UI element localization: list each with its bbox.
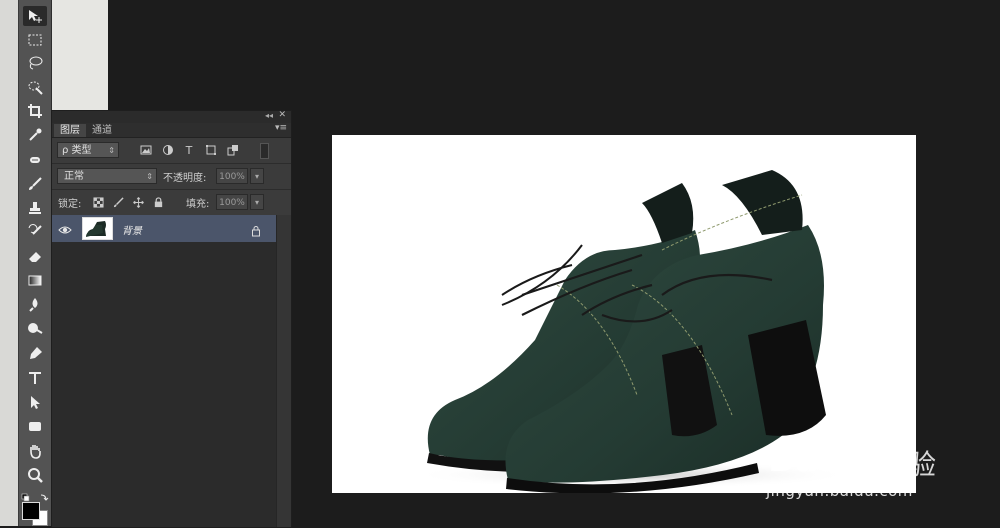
- opacity-input[interactable]: 100%: [216, 168, 248, 184]
- close-icon[interactable]: ✕: [278, 110, 286, 120]
- pen-icon: [30, 347, 42, 359]
- hand-icon: [30, 445, 41, 459]
- type-tool[interactable]: [23, 368, 47, 388]
- filter-type-label: ρ 类型: [62, 145, 92, 156]
- watermark-brand-2: du: [831, 440, 883, 480]
- chevron-updown-icon: ⇕: [108, 146, 115, 155]
- healing-tool[interactable]: [23, 150, 47, 170]
- eraser-icon: [29, 252, 41, 262]
- lock-pixels-icon[interactable]: [112, 196, 124, 208]
- quick-select-tool[interactable]: [23, 77, 47, 97]
- crop-icon: [28, 104, 42, 118]
- layer-row-background[interactable]: 背景: [52, 215, 276, 243]
- lasso-tool[interactable]: [23, 53, 47, 73]
- tab-channels[interactable]: 通道: [86, 124, 118, 137]
- lock-label: 锁定:: [58, 199, 82, 210]
- dodge-tool[interactable]: [23, 318, 47, 338]
- panel-menu-icon[interactable]: ▾≡: [275, 123, 287, 133]
- watermark-url: jingyan.baidu.com: [766, 482, 913, 500]
- blur-tool[interactable]: [23, 294, 47, 314]
- brush-tool[interactable]: [23, 174, 47, 194]
- fill-dropdown[interactable]: ▾: [250, 194, 264, 210]
- lock-fill-row: 锁定: 填充: 100% ▾: [52, 190, 291, 216]
- chevron-updown-icon: ⇕: [146, 172, 153, 181]
- move-icon: [29, 10, 42, 23]
- shape-tool[interactable]: [23, 416, 47, 436]
- pen-tool[interactable]: [23, 344, 47, 364]
- layer-thumbnail: [82, 217, 113, 240]
- layer-name[interactable]: 背景: [122, 222, 142, 237]
- move-tool[interactable]: [23, 6, 47, 26]
- gradient-tool[interactable]: [23, 270, 47, 290]
- blend-mode-select[interactable]: 正常 ⇕: [57, 168, 157, 184]
- healing-icon: [30, 157, 40, 163]
- layer-filter-row: ρ 类型 ⇕ T: [52, 138, 291, 164]
- fill-input[interactable]: 100%: [216, 194, 248, 210]
- foreground-color-swatch[interactable]: [22, 502, 40, 520]
- crop-tool[interactable]: [23, 101, 47, 121]
- filter-type-select[interactable]: ρ 类型 ⇕: [57, 142, 119, 158]
- eraser-tool[interactable]: [23, 246, 47, 266]
- path-select-icon: [31, 396, 40, 409]
- dodge-icon: [28, 323, 43, 334]
- lock-transparency-icon[interactable]: [92, 196, 104, 208]
- smart-object-filter-icon[interactable]: [227, 144, 239, 156]
- marquee-tool[interactable]: [23, 30, 47, 50]
- clone-stamp-tool[interactable]: [23, 198, 47, 218]
- lock-position-icon[interactable]: [132, 196, 144, 208]
- panel-title-bar[interactable]: ◂◂ ✕: [52, 110, 291, 123]
- pixel-filter-icon[interactable]: [140, 144, 152, 156]
- color-swap-controls[interactable]: [19, 488, 51, 502]
- watermark-brand: Bai: [768, 440, 832, 480]
- zoom-tool[interactable]: [23, 465, 47, 485]
- layers-panel: ◂◂ ✕ 图层 通道 ▾≡ ρ 类型 ⇕ T 正常 ⇕ 不透明度: 100% ▾…: [51, 110, 292, 528]
- layers-list-empty-area: [52, 242, 276, 527]
- stamp-icon: [29, 202, 41, 214]
- adjustment-filter-icon[interactable]: [162, 144, 174, 156]
- zoom-icon: [28, 468, 43, 483]
- blur-icon: [29, 298, 38, 312]
- watermark-suffix: 经验: [880, 448, 937, 481]
- brush-icon: [29, 177, 42, 190]
- history-brush-tool[interactable]: [23, 222, 47, 242]
- lock-icon: [250, 222, 262, 237]
- type-icon: [29, 372, 41, 384]
- opacity-label: 不透明度:: [163, 173, 207, 184]
- blend-opacity-row: 正常 ⇕ 不透明度: 100% ▾: [52, 164, 291, 190]
- gradient-icon: [28, 275, 42, 286]
- blend-mode-label: 正常: [64, 171, 84, 182]
- lock-all-icon[interactable]: [152, 196, 164, 208]
- tools-panel: [18, 0, 52, 526]
- eyedropper-icon: [29, 128, 42, 141]
- layers-scrollbar[interactable]: [276, 215, 291, 527]
- history-brush-icon: [28, 224, 42, 235]
- quick-select-icon: [28, 81, 43, 95]
- eye-icon[interactable]: [58, 222, 72, 236]
- opacity-dropdown[interactable]: ▾: [250, 168, 264, 184]
- lasso-icon: [29, 56, 43, 70]
- path-select-tool[interactable]: [23, 392, 47, 412]
- shape-filter-icon[interactable]: [205, 144, 217, 156]
- hand-tool[interactable]: [23, 441, 47, 461]
- tab-layers[interactable]: 图层: [54, 124, 86, 137]
- collapse-panel-icon[interactable]: ◂◂: [265, 111, 273, 120]
- filter-toggle[interactable]: [260, 143, 269, 159]
- eyedropper-tool[interactable]: [23, 125, 47, 145]
- panel-tabs: 图层 通道 ▾≡: [52, 123, 291, 138]
- watermark-logo: Baidu: [768, 440, 882, 480]
- marquee-icon: [28, 34, 42, 46]
- fill-label: 填充:: [186, 199, 210, 210]
- type-filter-icon[interactable]: T: [183, 144, 195, 157]
- rectangle-icon: [29, 422, 41, 431]
